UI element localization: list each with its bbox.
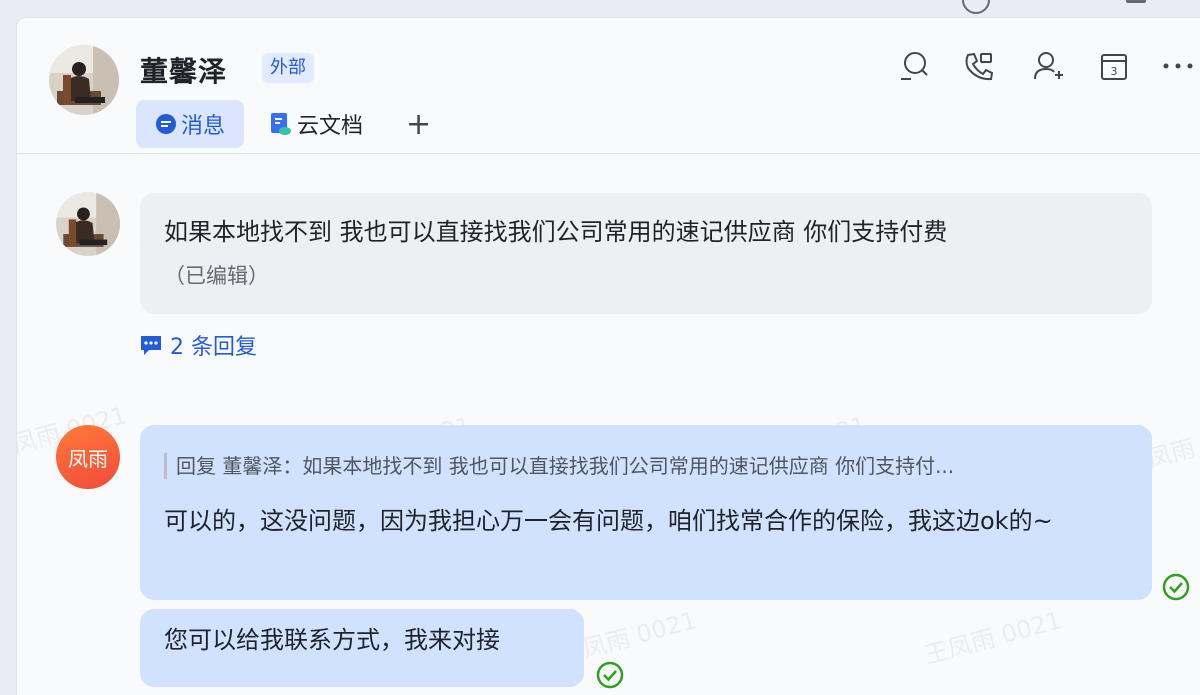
thread-replies-link[interactable]: 2 条回复 xyxy=(140,329,257,361)
thread-icon xyxy=(141,336,161,355)
chat-panel: 王凤雨 0021 王凤雨 0021 王凤雨 0021 王凤雨 0021 王凤雨 … xyxy=(16,17,1200,695)
add-member-icon[interactable] xyxy=(1033,49,1065,83)
external-badge: 外部 xyxy=(262,53,314,83)
edited-label: （已编辑） xyxy=(164,264,269,288)
more-icon[interactable] xyxy=(1162,49,1194,83)
read-check-icon xyxy=(1162,573,1190,601)
phone-icon[interactable] xyxy=(963,49,995,83)
search-icon[interactable] xyxy=(899,49,931,83)
cloud-doc-icon xyxy=(269,112,293,136)
minimize-icon[interactable] xyxy=(1126,0,1146,3)
contact-name: 董馨泽 xyxy=(140,55,228,88)
clock-icon[interactable] xyxy=(962,0,990,14)
contact-avatar[interactable] xyxy=(49,45,119,115)
message-text: 您可以给我联系方式，我来对接 xyxy=(164,626,500,654)
chat-header: 董馨泽 外部 3 消息 云文档 + xyxy=(17,18,1200,154)
message-bubble[interactable]: 回复 董馨泽：如果本地找不到 我也可以直接找我们公司常用的速记供应商 你们支持付… xyxy=(140,425,1152,600)
sender-avatar[interactable] xyxy=(56,192,120,256)
chat-bubble-icon xyxy=(155,113,177,135)
tab-label: 云文档 xyxy=(297,114,364,139)
window-top-strip xyxy=(0,0,1200,17)
watermark: 王凤雨 0021 xyxy=(921,606,1065,670)
tab-label: 消息 xyxy=(180,114,225,139)
message-bubble[interactable]: 如果本地找不到 我也可以直接找我们公司常用的速记供应商 你们支持付费 （已编辑） xyxy=(140,193,1152,314)
message-text: 如果本地找不到 我也可以直接找我们公司常用的速记供应商 你们支持付费 xyxy=(164,218,948,246)
quoted-reply[interactable]: 回复 董馨泽：如果本地找不到 我也可以直接找我们公司常用的速记供应商 你们支持付… xyxy=(164,453,1126,479)
tab-cloud-docs[interactable]: 云文档 xyxy=(269,100,379,148)
calendar-icon[interactable]: 3 xyxy=(1099,49,1129,83)
message-bubble[interactable]: 您可以给我联系方式，我来对接 xyxy=(140,609,584,687)
add-tab-button[interactable]: + xyxy=(406,100,436,148)
replies-count: 2 条回复 xyxy=(170,335,257,360)
read-check-icon xyxy=(596,661,624,689)
svg-text:3: 3 xyxy=(1111,65,1118,78)
message-text: 可以的，这没问题，因为我担心万一会有问题，咱们找常合作的保险，我这边ok的~ xyxy=(164,507,1053,535)
tab-messages[interactable]: 消息 xyxy=(136,100,244,148)
own-avatar[interactable]: 凤雨 xyxy=(56,425,120,489)
